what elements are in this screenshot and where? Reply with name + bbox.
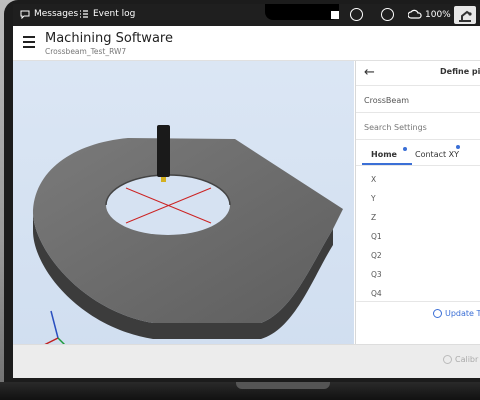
laptop-notch [236, 382, 330, 389]
3d-viewport[interactable] [13, 61, 354, 364]
part-model [31, 125, 343, 356]
camera-notch [265, 4, 339, 20]
project-name: Crossbeam_Test_RW7 [45, 47, 127, 56]
battery-percent: 100% [425, 10, 451, 20]
calibrate-button[interactable]: Calibr [443, 355, 478, 364]
robot-icon [459, 10, 472, 22]
settings-panel: ← Define pin CrossBeam Search Settings H… [355, 61, 480, 364]
robot-menu-button[interactable] [454, 6, 476, 24]
axis-x-label: X [371, 175, 377, 184]
tab-home-indicator [403, 147, 407, 151]
axis-q2-label: Q2 [371, 251, 382, 260]
cloud-icon[interactable] [408, 9, 422, 20]
axis-q1-label: Q1 [371, 232, 382, 241]
back-arrow-icon[interactable]: ← [364, 65, 375, 80]
panel-title: Define pin [440, 67, 480, 76]
screen: Messages Event log 100% Machining Softwa… [13, 4, 480, 378]
axis-z-label: Z [371, 213, 377, 222]
messages-label: Messages [34, 9, 79, 19]
speed-icon[interactable] [381, 8, 394, 21]
target-icon [433, 309, 442, 318]
list-icon [80, 10, 88, 18]
app-header: Machining Software Crossbeam_Test_RW7 [13, 26, 480, 61]
update-button[interactable]: Update T [433, 309, 480, 318]
tab-contact-indicator [456, 145, 460, 149]
status-bar: Messages Event log 100% [13, 4, 480, 26]
update-button-label: Update T [445, 309, 480, 318]
event-log-button[interactable]: Event log [79, 9, 135, 19]
axis-y-label: Y [371, 194, 376, 203]
crosshair-icon [443, 355, 452, 364]
sync-icon[interactable] [350, 8, 363, 21]
menu-icon[interactable] [23, 36, 35, 48]
stop-icon[interactable] [331, 11, 339, 19]
app-title: Machining Software [45, 31, 173, 46]
event-log-label: Event log [93, 9, 136, 19]
axis-q4-label: Q4 [371, 289, 382, 298]
footer-bar: Calibr [13, 344, 480, 378]
calibrate-button-label: Calibr [455, 355, 479, 364]
axis-q3-label: Q3 [371, 270, 382, 279]
messages-button[interactable]: Messages [20, 9, 78, 19]
chat-icon [20, 10, 30, 19]
tab-contact-xy[interactable]: Contact XY [415, 150, 459, 159]
module-field[interactable]: CrossBeam [364, 96, 409, 105]
search-input[interactable]: Search Settings [364, 123, 427, 132]
tab-home[interactable]: Home [371, 150, 397, 159]
